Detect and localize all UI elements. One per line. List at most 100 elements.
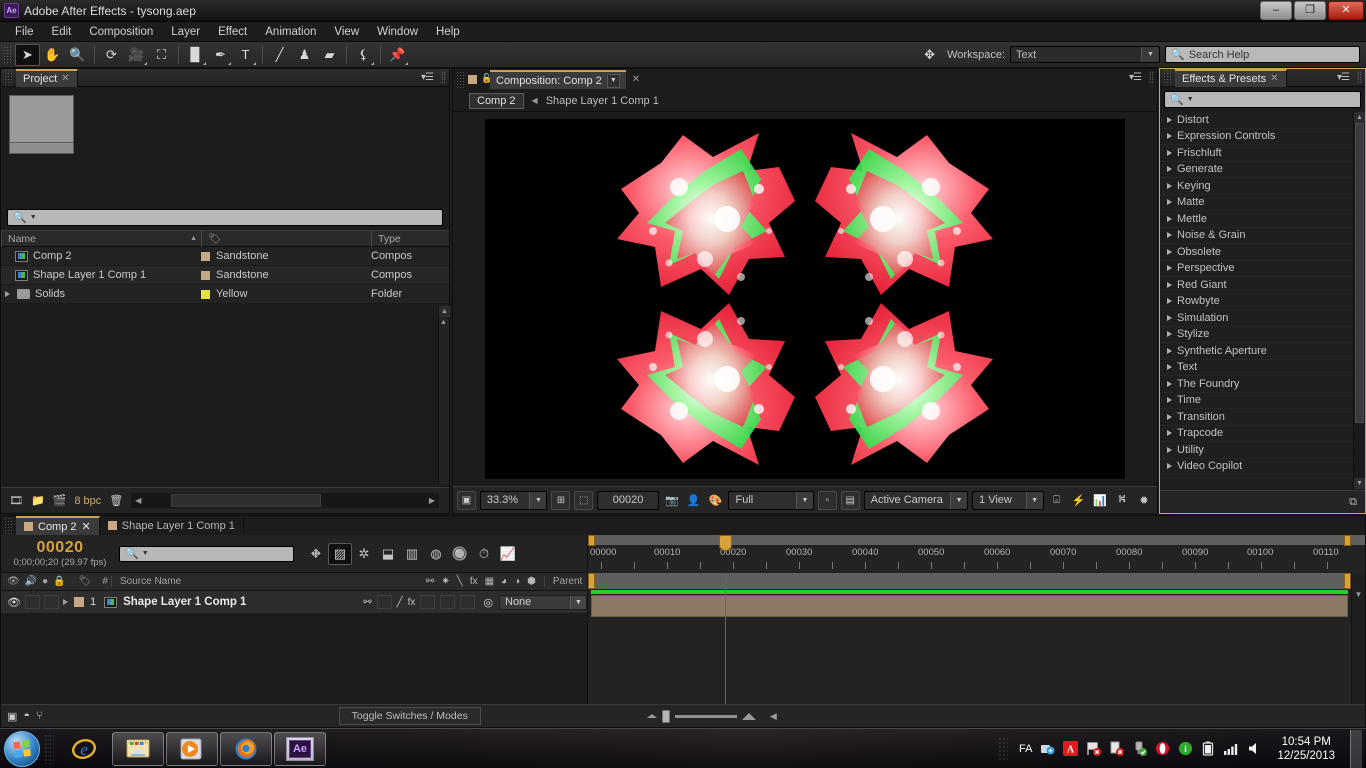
toolbar-grip[interactable] <box>3 45 12 64</box>
layer-parent-select[interactable]: None ▼ <box>499 594 587 610</box>
camera-view-select[interactable]: Active Camera ▼ <box>863 490 969 510</box>
zoom-in-icon[interactable] <box>741 712 756 720</box>
effects-panel-grip[interactable] <box>1163 68 1172 87</box>
comp-flowchart-icon[interactable]: ⛕ <box>1113 491 1131 510</box>
project-row-shapelayer1comp1[interactable]: Shape Layer 1 Comp 1 Sandstone Compos <box>1 266 449 285</box>
tab-timeline-shapelayer1comp1[interactable]: Shape Layer 1 Comp 1 <box>100 516 244 535</box>
column-label-tag[interactable]: 🏷 <box>201 230 371 247</box>
project-row-solids[interactable]: Solids Yellow Folder <box>1 285 449 304</box>
effects-category-video-copilot[interactable]: Video Copilot <box>1160 459 1353 475</box>
interpret-footage-icon[interactable]: 🎬 <box>53 494 67 507</box>
motion-blur-switch-icon[interactable]: ◕ <box>501 576 507 587</box>
disclosure-triangle-icon[interactable] <box>1167 380 1172 387</box>
composition-mini-flowchart-icon[interactable]: ⛖ <box>304 543 328 565</box>
menu-item-edit[interactable]: Edit <box>43 24 81 40</box>
current-time-display[interactable]: 00020 0;00;00;20 (29.97 fps) <box>1 539 119 568</box>
panel-grip-icon[interactable] <box>1357 71 1362 84</box>
effects-category-synthetic-aperture[interactable]: Synthetic Aperture <box>1160 343 1353 360</box>
effects-category-distort[interactable]: Distort <box>1160 112 1353 129</box>
effects-category-obsolete[interactable]: Obsolete <box>1160 244 1353 261</box>
zoom-slider-knob[interactable] <box>661 709 670 723</box>
document-error-icon[interactable] <box>1108 741 1124 757</box>
frame-blend-switch-icon[interactable]: ▦ <box>485 576 494 587</box>
comp-timecode-field[interactable]: 00020 <box>597 490 659 510</box>
parent-pickwhip-icon[interactable]: ◎ <box>483 596 493 609</box>
restore-button[interactable]: ❐ <box>1294 1 1326 20</box>
shape-tool-icon[interactable]: ▉ <box>183 44 208 66</box>
quality-switch-icon[interactable]: ╲ <box>457 576 463 587</box>
effects-category-rowbyte[interactable]: Rowbyte <box>1160 294 1353 310</box>
hide-shy-layers-icon[interactable]: ✲ <box>352 543 376 565</box>
effects-category-frischluft[interactable]: Frischluft <box>1160 145 1353 162</box>
chevron-down-icon[interactable]: ▼ <box>570 595 586 609</box>
menu-item-help[interactable]: Help <box>427 24 469 40</box>
menu-item-view[interactable]: View <box>325 24 368 40</box>
transparency-grid-icon[interactable]: ▤ <box>840 490 860 510</box>
menu-item-animation[interactable]: Animation <box>256 24 325 40</box>
label-color-swatch[interactable] <box>201 251 210 261</box>
taskbar-internet-explorer-icon[interactable]: e <box>58 732 110 766</box>
project-search-input[interactable]: 🔍 ▼ <box>7 209 443 226</box>
roto-brush-tool-icon[interactable]: ⚸ <box>351 44 376 66</box>
tab-timeline-comp2[interactable]: Comp 2 ✕ <box>16 516 100 535</box>
disclosure-triangle-icon[interactable] <box>1167 463 1172 470</box>
language-indicator[interactable]: FA <box>1019 743 1032 755</box>
panel-grip-icon[interactable] <box>441 71 446 84</box>
delete-icon[interactable]: 🗑 <box>109 494 123 507</box>
effects-category-transition[interactable]: Transition <box>1160 409 1353 426</box>
motion-sketch-icon[interactable]: ⏱ <box>472 543 496 565</box>
project-item-tag-cell[interactable]: Sandstone <box>201 250 371 262</box>
panel-grip-icon[interactable] <box>1149 71 1154 84</box>
timeline-tracks-area[interactable]: ▼ <box>587 535 1365 704</box>
chevron-down-icon[interactable]: ▼ <box>1141 47 1159 62</box>
timeline-panel-grip[interactable] <box>4 516 13 535</box>
chevron-down-icon[interactable]: ▼ <box>795 491 813 509</box>
timeline-search-input[interactable]: 🔍 ▼ <box>119 545 294 562</box>
taskbar-media-player-icon[interactable] <box>166 731 218 766</box>
scrollbar-thumb[interactable] <box>1355 123 1364 423</box>
effects-category-trapcode[interactable]: Trapcode <box>1160 426 1353 442</box>
effects-search-input[interactable]: 🔍 ▼ <box>1164 91 1361 108</box>
project-horizontal-scrollbar[interactable]: ◀ ▶ <box>131 493 439 508</box>
project-panel-grip[interactable] <box>4 68 13 87</box>
disclosure-triangle-icon[interactable] <box>5 291 10 297</box>
minimize-button[interactable]: – <box>1260 1 1292 20</box>
disclosure-triangle-icon[interactable] <box>1167 149 1172 156</box>
disclosure-triangle-icon[interactable] <box>1167 446 1172 453</box>
scroll-down-icon[interactable]: ▼ <box>1352 590 1365 599</box>
chevron-down-icon[interactable]: ▼ <box>1187 96 1194 103</box>
menu-item-layer[interactable]: Layer <box>162 24 209 40</box>
disclosure-triangle-icon[interactable] <box>1167 298 1172 305</box>
always-preview-icon[interactable]: ▣ <box>457 490 476 510</box>
solo-toggle-icon[interactable]: ● <box>42 576 48 587</box>
pixel-aspect-correction-icon[interactable]: ⌺ <box>1048 491 1066 510</box>
column-type[interactable]: Type <box>371 230 449 247</box>
scrollbar-track[interactable] <box>1355 123 1364 478</box>
reset-exposure-icon[interactable]: ✹ <box>1135 491 1153 510</box>
menu-item-file[interactable]: File <box>6 24 43 40</box>
draft-3d-icon[interactable]: ▨ <box>328 542 352 565</box>
shy-switch-icon[interactable]: ⚯ <box>426 576 434 587</box>
work-area-start-cap[interactable] <box>588 573 595 589</box>
column-name[interactable]: Name ▲ <box>1 230 201 247</box>
view-layout-select[interactable]: 1 View ▼ <box>972 490 1044 510</box>
menu-item-effect[interactable]: Effect <box>209 24 256 40</box>
auto-keyframe-icon[interactable]: 🔘 <box>448 543 472 565</box>
sort-ascending-icon[interactable]: ▲ <box>190 235 201 242</box>
disclosure-triangle-icon[interactable] <box>1167 364 1172 371</box>
zoom-level-select[interactable]: 33.3% ▼ <box>479 490 548 510</box>
layer-shy-switch-icon[interactable]: ⚯ <box>363 597 371 608</box>
puppet-pin-tool-icon[interactable]: 📌 <box>385 44 410 66</box>
playhead-indicator[interactable] <box>719 535 732 704</box>
pen-tool-icon[interactable]: ✒ <box>208 44 233 66</box>
tab-composition-comp2[interactable]: Composition: Comp 2 ▼ <box>490 70 626 89</box>
effects-category-text[interactable]: Text <box>1160 360 1353 376</box>
adjustment-layer-switch-icon[interactable]: ◑ <box>514 576 520 587</box>
scroll-up-icon[interactable]: ▲ <box>1354 112 1365 123</box>
chevron-down-icon[interactable]: ▼ <box>142 550 149 557</box>
layer-adjustment-switch[interactable] <box>460 595 476 609</box>
disclosure-triangle-icon[interactable] <box>1167 265 1172 272</box>
breadcrumb-parent[interactable]: Shape Layer 1 Comp 1 <box>546 95 659 107</box>
timeline-vertical-scrollbar[interactable]: ▼ <box>1351 573 1365 704</box>
disclosure-triangle-icon[interactable] <box>1167 430 1172 437</box>
